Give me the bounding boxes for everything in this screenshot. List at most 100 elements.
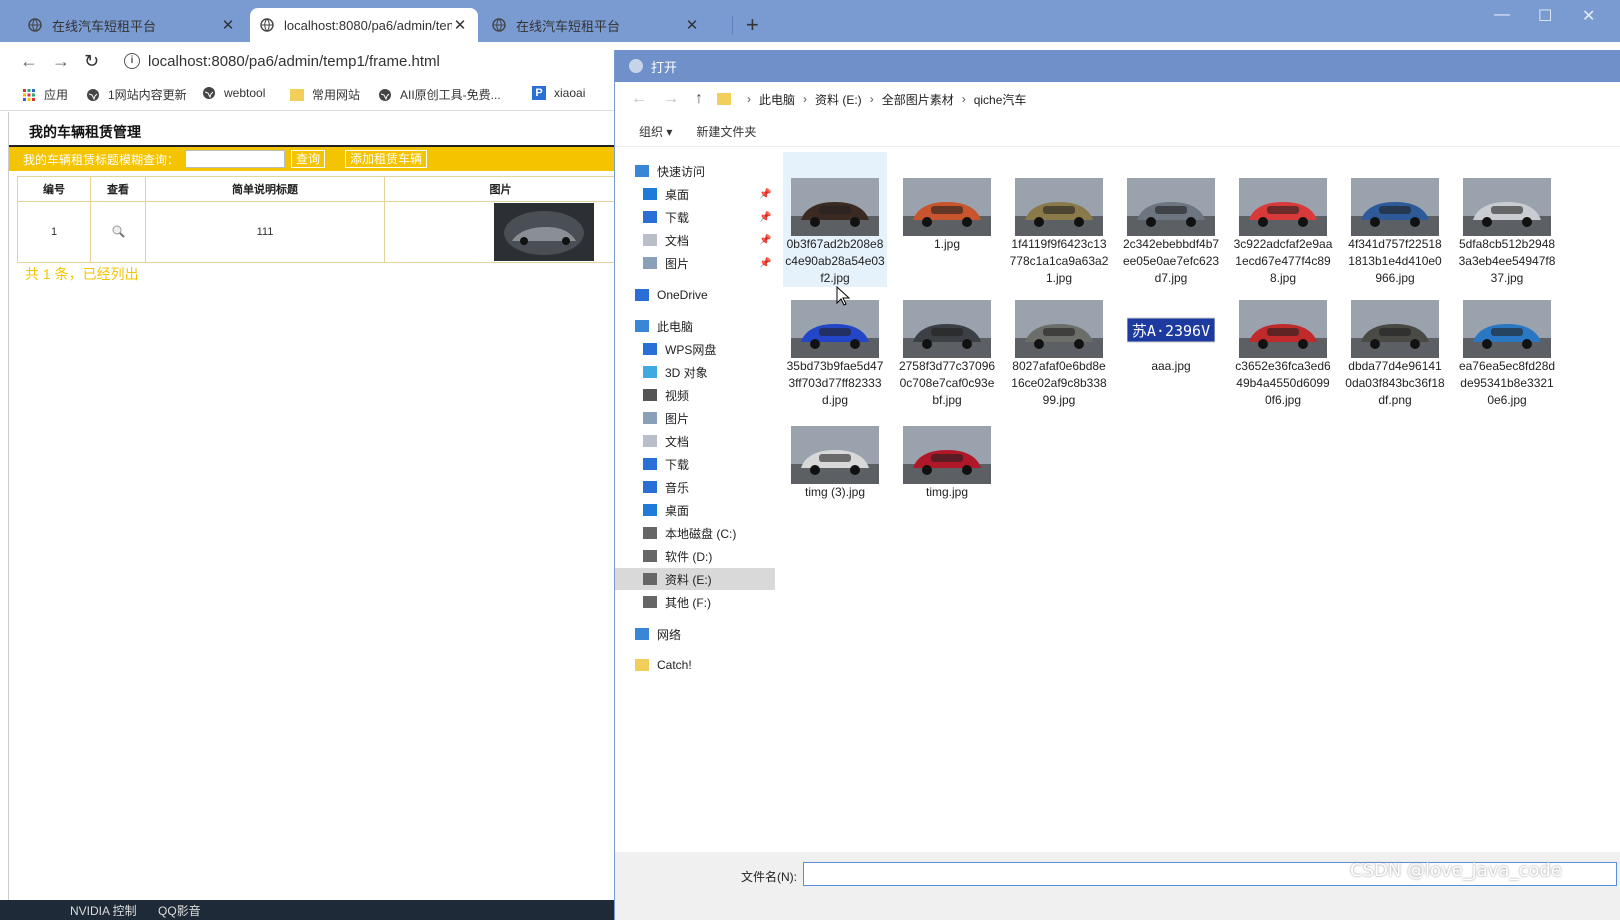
nav-item[interactable]: 文档 📌 (615, 229, 775, 251)
cell-title: 111 (145, 201, 385, 263)
address-bar[interactable]: i localhost:8080/pa6/admin/temp1/frame.h… (116, 46, 616, 76)
nav-item-label: 音乐 (665, 480, 690, 495)
minimize-icon[interactable]: — (1494, 6, 1510, 24)
nav-item[interactable]: 视频 (615, 384, 775, 406)
globe-icon (379, 88, 391, 101)
chevron-right-icon: › (803, 92, 808, 106)
forward-icon[interactable]: → (52, 51, 70, 72)
dialog-toolbar: 组织 ▾ 新建文件夹 (615, 116, 1620, 147)
back-icon[interactable]: ← (631, 90, 647, 108)
nav-item[interactable]: 桌面 📌 (615, 183, 775, 205)
add-car-button[interactable]: 添加租赁车辆 (345, 150, 428, 168)
bookmark-webtool[interactable]: webtool (202, 86, 265, 100)
new-folder-button[interactable]: 新建文件夹 (696, 123, 756, 140)
globe-icon (260, 18, 274, 32)
file-item[interactable]: 苏A·2396V aaa.jpg (1119, 298, 1223, 375)
close-icon[interactable]: ✕ (452, 16, 468, 34)
nav-item-label: 此电脑 (657, 319, 694, 334)
info-icon[interactable]: i (124, 53, 140, 69)
nav-item[interactable]: 文档 (615, 430, 775, 452)
file-item[interactable]: timg.jpg (895, 424, 999, 501)
bookmark-aii-tools[interactable]: AII原创工具-免费... (378, 86, 501, 103)
magnifier-icon[interactable] (111, 224, 125, 238)
nav-item[interactable]: WPS网盘 (615, 338, 775, 360)
nav-item[interactable]: 其他 (F:) (615, 591, 775, 613)
bookmark-common-sites[interactable]: 常用网站 (290, 86, 360, 103)
cell-view (90, 201, 146, 263)
organize-button[interactable]: 组织 ▾ (639, 123, 672, 140)
file-item[interactable]: 1f4119f9f6423c13778c1a1ca9a63a21.jpg (1007, 152, 1111, 287)
file-item[interactable]: 0b3f67ad2b208e8c4e90ab28a54e03f2.jpg (783, 152, 887, 287)
file-item[interactable]: 2758f3d77c370960c708e7caf0c93ebf.jpg (895, 298, 999, 409)
bookmark-label: 应用 (44, 88, 69, 102)
tab-2[interactable]: localhost:8080/pa6/admin/ten ✕ (250, 8, 478, 42)
computer-icon (635, 320, 649, 332)
breadcrumb-item[interactable]: 此电脑 (759, 91, 795, 108)
table-row: 1 111 (17, 201, 617, 263)
nav-item[interactable]: 此电脑 (615, 315, 775, 337)
file-item[interactable]: 2c342ebebbdf4b7ee05e0ae7efc623d7.jpg (1119, 152, 1223, 287)
file-item[interactable]: ea76ea5ec8fd28dde95341b8e33210e6.jpg (1455, 298, 1559, 409)
car-image-thumbnail (903, 300, 991, 358)
file-item[interactable]: c3652e36fca3ed649b4a4550d60990f6.jpg (1231, 298, 1335, 409)
tab-1[interactable]: 在线汽车短租平台 ✕ (18, 8, 246, 42)
bookmark-xiaoai[interactable]: P xiaoai (532, 86, 585, 100)
file-item[interactable]: 8027afaf0e6bd8e16ce02af9c8b33899.jpg (1007, 298, 1111, 409)
maximize-icon[interactable]: ☐ (1538, 6, 1552, 26)
nav-item[interactable]: 图片 (615, 407, 775, 429)
up-icon[interactable]: ↑ (695, 90, 703, 108)
file-item[interactable]: 1.jpg (895, 152, 999, 253)
network-icon (635, 628, 649, 640)
car-thumbnail[interactable] (494, 203, 594, 261)
pin-icon: 📌 (759, 211, 772, 223)
drive-icon (643, 596, 657, 608)
globe-icon (28, 18, 42, 32)
file-item[interactable]: 5dfa8cb512b29483a3eb4ee54947f837.jpg (1455, 152, 1559, 287)
nav-item[interactable]: 下载 (615, 453, 775, 475)
column-header: 图片 (384, 176, 617, 202)
nav-item[interactable]: 图片 📌 (615, 252, 775, 274)
drive-icon (643, 550, 657, 562)
nav-item[interactable]: 本地磁盘 (C:) (615, 522, 775, 544)
breadcrumb-item[interactable]: 资料 (E:) (815, 91, 862, 108)
back-icon[interactable]: ← (20, 51, 38, 72)
forward-icon[interactable]: → (663, 90, 679, 108)
nav-item[interactable]: Catch! (615, 654, 775, 676)
file-item[interactable]: 35bd73b9fae5d473ff703d77ff82333d.jpg (783, 298, 887, 409)
reload-icon[interactable]: ↻ (84, 51, 99, 72)
close-icon[interactable]: ✕ (684, 16, 700, 34)
nav-item[interactable]: 软件 (D:) (615, 545, 775, 567)
query-button[interactable]: 查询 (291, 150, 326, 168)
file-item[interactable]: timg (3).jpg (783, 424, 887, 501)
file-name: timg.jpg (925, 485, 969, 499)
close-window-icon[interactable]: ✕ (1582, 6, 1595, 26)
breadcrumb-item[interactable]: 全部图片素材 (882, 91, 954, 108)
nav-item[interactable]: 3D 对象 (615, 361, 775, 383)
nav-item[interactable]: 下载 📌 (615, 206, 775, 228)
nav-item-label: WPS网盘 (665, 342, 717, 357)
column-header: 简单说明标题 (145, 176, 385, 202)
bookmark-site-update[interactable]: 1网站内容更新 (86, 86, 187, 103)
file-item[interactable]: dbda77d4e961410da03f843bc36f18df.png (1343, 298, 1447, 409)
close-icon[interactable]: ✕ (220, 16, 236, 34)
new-tab-button[interactable]: + (746, 12, 759, 38)
nav-item[interactable]: 网络 (615, 623, 775, 645)
taskbar-item[interactable]: NVIDIA 控制 (70, 902, 137, 919)
nav-item[interactable]: OneDrive (615, 284, 775, 306)
nav-item[interactable]: 桌面 (615, 499, 775, 521)
file-item[interactable]: 4f341d757f225181813b1e4d410e0966.jpg (1343, 152, 1447, 287)
file-grid: 0b3f67ad2b208e8c4e90ab28a54e03f2.jpg 1.jp… (783, 146, 1620, 846)
bookmark-apps[interactable]: 应用 (22, 86, 68, 103)
car-image-thumbnail (903, 178, 991, 236)
taskbar-item[interactable]: QQ影音 (158, 902, 201, 919)
nav-item[interactable]: 快速访问 (615, 160, 775, 182)
search-input[interactable] (185, 150, 286, 168)
dialog-icon (629, 59, 643, 73)
car-image-thumbnail (791, 178, 879, 236)
document-icon (643, 234, 657, 246)
breadcrumb-item[interactable]: qiche汽车 (974, 91, 1027, 108)
nav-item[interactable]: 音乐 (615, 476, 775, 498)
file-item[interactable]: 3c922adcfaf2e9aa1ecd67e477f4c898.jpg (1231, 152, 1335, 287)
tab-3[interactable]: 在线汽车短租平台 ✕ (482, 8, 710, 42)
nav-item[interactable]: 资料 (E:) (615, 568, 775, 590)
